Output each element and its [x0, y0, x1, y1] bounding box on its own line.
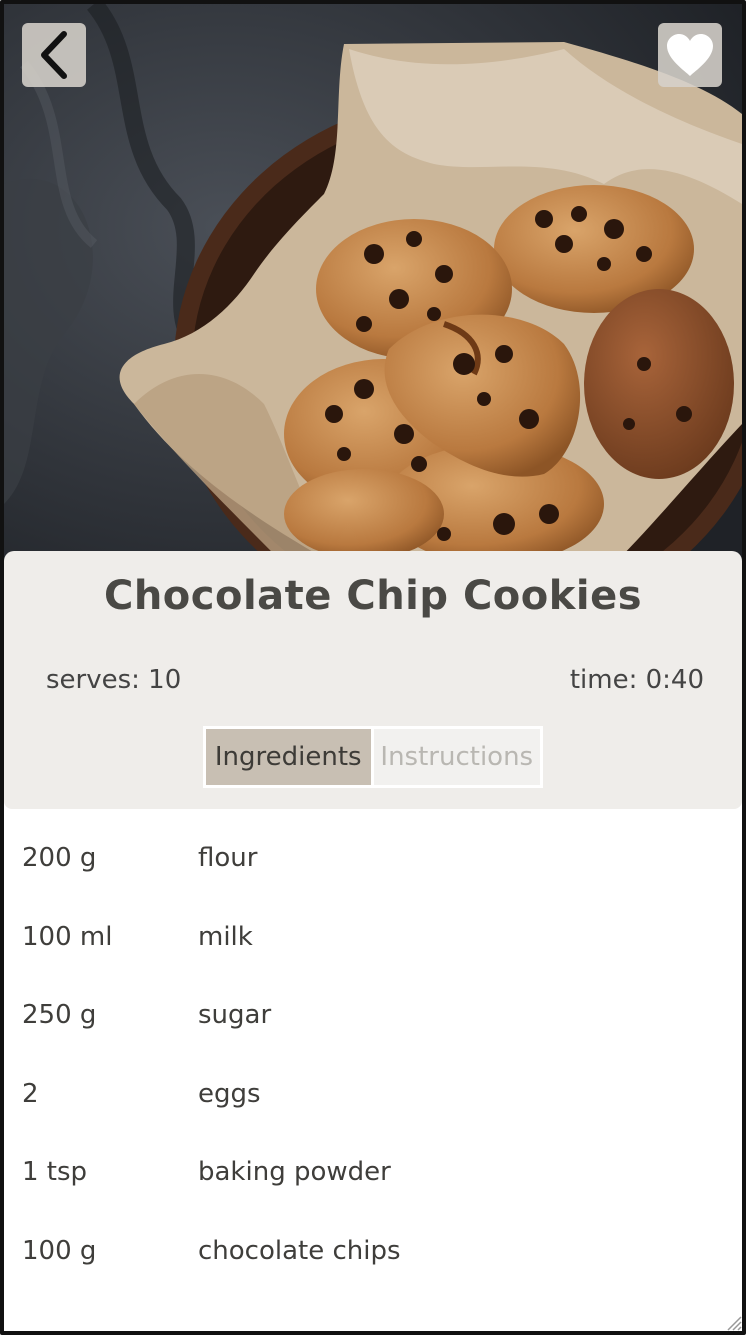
ingredient-quantity: 250 g	[22, 1000, 97, 1030]
favorite-button[interactable]	[658, 23, 722, 87]
ingredient-quantity: 2	[22, 1078, 39, 1109]
back-button[interactable]	[22, 23, 86, 87]
phone-frame: Chocolate Chip Cookies serves: 10 time: …	[0, 0, 746, 1335]
recipe-info-card: Chocolate Chip Cookies serves: 10 time: …	[4, 551, 742, 809]
ingredient-quantity: 100 ml	[22, 921, 113, 952]
ingredient-quantity: 100 g	[22, 1235, 97, 1266]
ingredient-quantity: 200 g	[22, 843, 97, 873]
ingredient-name: sugar	[198, 1000, 272, 1030]
list-item: 1 tsp baking powder	[4, 1133, 742, 1212]
ingredient-name: eggs	[198, 1078, 261, 1109]
tab-switcher: Ingredients Instructions	[203, 726, 543, 788]
tab-ingredients[interactable]: Ingredients	[206, 729, 371, 785]
list-item: 100 ml milk	[4, 898, 742, 977]
serves-label: serves: 10	[46, 665, 182, 695]
ingredient-name: chocolate chips	[198, 1235, 401, 1266]
chevron-left-icon	[41, 31, 67, 79]
list-item: 100 g chocolate chips	[4, 1212, 742, 1291]
tab-instructions[interactable]: Instructions	[373, 729, 540, 785]
ingredient-quantity: 1 tsp	[22, 1157, 88, 1187]
recipe-photo	[4, 4, 742, 564]
cookies-photo-illustration	[4, 4, 742, 564]
list-item: 2 eggs	[4, 1055, 742, 1134]
list-item: 200 g flour	[4, 819, 742, 898]
ingredient-list: 200 g flour 100 ml milk 250 g sugar 2 eg…	[4, 819, 742, 1290]
resize-grip-icon[interactable]	[722, 1311, 742, 1331]
ingredient-name: flour	[198, 843, 258, 873]
list-item: 250 g sugar	[4, 976, 742, 1055]
time-label: time: 0:40	[569, 665, 704, 695]
ingredient-name: baking powder	[198, 1157, 391, 1187]
heart-icon	[667, 34, 713, 76]
ingredient-name: milk	[198, 921, 253, 952]
recipe-title: Chocolate Chip Cookies	[103, 573, 643, 619]
